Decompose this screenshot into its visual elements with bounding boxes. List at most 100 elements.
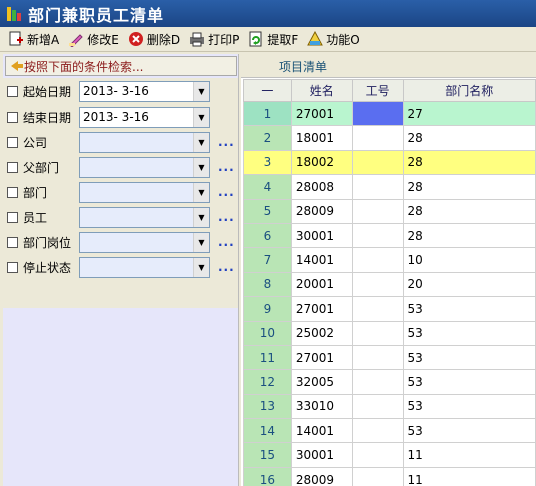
employee-no-cell[interactable] xyxy=(351,442,404,468)
dropdown-arrow-icon[interactable]: ▼ xyxy=(193,107,209,127)
row-index-cell[interactable]: 8 xyxy=(243,271,292,298)
row-index-cell[interactable]: 9 xyxy=(243,296,292,322)
table-row[interactable]: 7 14001 10 xyxy=(243,247,536,273)
row-index-cell[interactable]: 13 xyxy=(243,393,292,420)
dropdown-arrow-icon[interactable]: ▼ xyxy=(193,207,209,227)
dept-name-cell[interactable]: 20 xyxy=(402,271,536,298)
employee-no-cell[interactable] xyxy=(351,149,404,176)
employee-no-cell[interactable] xyxy=(351,320,404,346)
employee-no-cell[interactable] xyxy=(351,222,404,249)
name-cell[interactable]: 18002 xyxy=(290,149,353,176)
column-header-name[interactable]: 姓名 xyxy=(290,79,353,102)
name-cell[interactable]: 28008 xyxy=(290,174,353,200)
employee-no-cell[interactable] xyxy=(351,271,404,298)
company-browse-button[interactable]: ... xyxy=(218,135,235,149)
column-header-dept-name[interactable]: 部门名称 xyxy=(402,79,536,102)
employee-no-cell[interactable] xyxy=(351,369,404,395)
name-cell[interactable]: 33010 xyxy=(290,393,353,420)
row-index-cell[interactable]: 3 xyxy=(243,149,292,176)
row-index-cell[interactable]: 2 xyxy=(243,125,292,151)
dept-name-cell[interactable]: 11 xyxy=(402,466,536,486)
dept-post-browse-button[interactable]: ... xyxy=(218,235,235,249)
name-cell[interactable]: 32005 xyxy=(290,369,353,395)
name-cell[interactable]: 28009 xyxy=(290,466,353,486)
dept-name-cell[interactable]: 28 xyxy=(402,174,536,200)
table-row[interactable]: 11 27001 53 xyxy=(243,344,536,371)
row-index-cell[interactable]: 16 xyxy=(243,466,292,486)
function-button[interactable]: 功能O xyxy=(307,28,360,50)
table-row[interactable]: 16 28009 11 xyxy=(243,466,536,486)
dept-post-checkbox[interactable] xyxy=(7,236,18,248)
row-index-cell[interactable]: 4 xyxy=(243,174,292,200)
employee-no-cell[interactable] xyxy=(351,100,404,127)
row-index-cell[interactable]: 1 xyxy=(243,100,292,127)
delete-button[interactable]: 删除D xyxy=(128,28,180,50)
row-index-cell[interactable]: 5 xyxy=(243,198,292,224)
dropdown-arrow-icon[interactable]: ▼ xyxy=(193,81,209,101)
employee-no-cell[interactable] xyxy=(351,296,404,322)
row-index-cell[interactable]: 12 xyxy=(243,369,292,395)
table-row[interactable]: 15 30001 11 xyxy=(243,442,536,468)
print-button[interactable]: 打印P xyxy=(189,28,239,50)
parent-dept-combo[interactable]: ▼ xyxy=(79,156,210,178)
parent-dept-checkbox[interactable] xyxy=(7,161,18,173)
employee-no-cell[interactable] xyxy=(351,125,404,151)
table-row[interactable]: 10 25002 53 xyxy=(243,320,536,346)
employee-no-cell[interactable] xyxy=(351,393,404,420)
employee-combo[interactable]: ▼ xyxy=(79,206,210,228)
dept-combo[interactable]: ▼ xyxy=(79,181,210,203)
table-row[interactable]: 6 30001 28 xyxy=(243,222,536,249)
stop-status-checkbox[interactable] xyxy=(7,261,18,273)
employee-no-cell[interactable] xyxy=(351,344,404,371)
table-row[interactable]: 12 32005 53 xyxy=(243,369,536,395)
employee-no-cell[interactable] xyxy=(351,466,404,486)
name-cell[interactable]: 30001 xyxy=(290,442,353,468)
dropdown-arrow-icon[interactable]: ▼ xyxy=(193,132,209,152)
dept-name-cell[interactable]: 53 xyxy=(402,393,536,420)
edit-button[interactable]: 修改E xyxy=(68,28,119,50)
table-row[interactable]: 14 14001 53 xyxy=(243,418,536,444)
name-cell[interactable]: 14001 xyxy=(290,418,353,444)
dropdown-arrow-icon[interactable]: ▼ xyxy=(193,232,209,252)
dept-name-cell[interactable]: 28 xyxy=(402,125,536,151)
employee-no-cell[interactable] xyxy=(351,247,404,273)
row-index-cell[interactable]: 11 xyxy=(243,344,292,371)
name-cell[interactable]: 30001 xyxy=(290,222,353,249)
parent-dept-browse-button[interactable]: ... xyxy=(218,160,235,174)
name-cell[interactable]: 28009 xyxy=(290,198,353,224)
table-row[interactable]: 9 27001 53 xyxy=(243,296,536,322)
end-date-combo[interactable]: 2013- 3-16 ▼ xyxy=(79,106,210,128)
company-combo[interactable]: ▼ xyxy=(79,131,210,153)
dropdown-arrow-icon[interactable]: ▼ xyxy=(193,157,209,177)
search-criteria-bar[interactable]: 按照下面的条件检索... xyxy=(5,56,237,76)
name-cell[interactable]: 20001 xyxy=(290,271,353,298)
table-row[interactable]: 1 27001 27 xyxy=(243,100,536,127)
start-date-checkbox[interactable] xyxy=(7,85,18,97)
dept-browse-button[interactable]: ... xyxy=(218,185,235,199)
employee-no-cell[interactable] xyxy=(351,198,404,224)
column-header-employee-no[interactable]: 工号 xyxy=(351,79,404,102)
row-index-cell[interactable]: 7 xyxy=(243,247,292,273)
dept-name-cell[interactable]: 28 xyxy=(402,222,536,249)
stop-status-browse-button[interactable]: ... xyxy=(218,260,235,274)
dept-name-cell[interactable]: 28 xyxy=(402,149,536,176)
name-cell[interactable]: 18001 xyxy=(290,125,353,151)
dept-name-cell[interactable]: 11 xyxy=(402,442,536,468)
employee-checkbox[interactable] xyxy=(7,211,18,223)
name-cell[interactable]: 27001 xyxy=(290,344,353,371)
dropdown-arrow-icon[interactable]: ▼ xyxy=(193,257,209,277)
table-row[interactable]: 8 20001 20 xyxy=(243,271,536,298)
dept-name-cell[interactable]: 27 xyxy=(402,100,536,127)
dept-name-cell[interactable]: 53 xyxy=(402,344,536,371)
employee-no-cell[interactable] xyxy=(351,174,404,200)
dept-name-cell[interactable]: 28 xyxy=(402,198,536,224)
start-date-combo[interactable]: 2013- 3-16 ▼ xyxy=(79,80,210,102)
row-index-cell[interactable]: 14 xyxy=(243,418,292,444)
employee-browse-button[interactable]: ... xyxy=(218,210,235,224)
dept-name-cell[interactable]: 53 xyxy=(402,320,536,346)
name-cell[interactable]: 25002 xyxy=(290,320,353,346)
column-header-index[interactable]: 一 xyxy=(243,79,292,102)
employee-no-cell[interactable] xyxy=(351,418,404,444)
dept-name-cell[interactable]: 10 xyxy=(402,247,536,273)
extract-button[interactable]: 提取F xyxy=(248,28,298,50)
